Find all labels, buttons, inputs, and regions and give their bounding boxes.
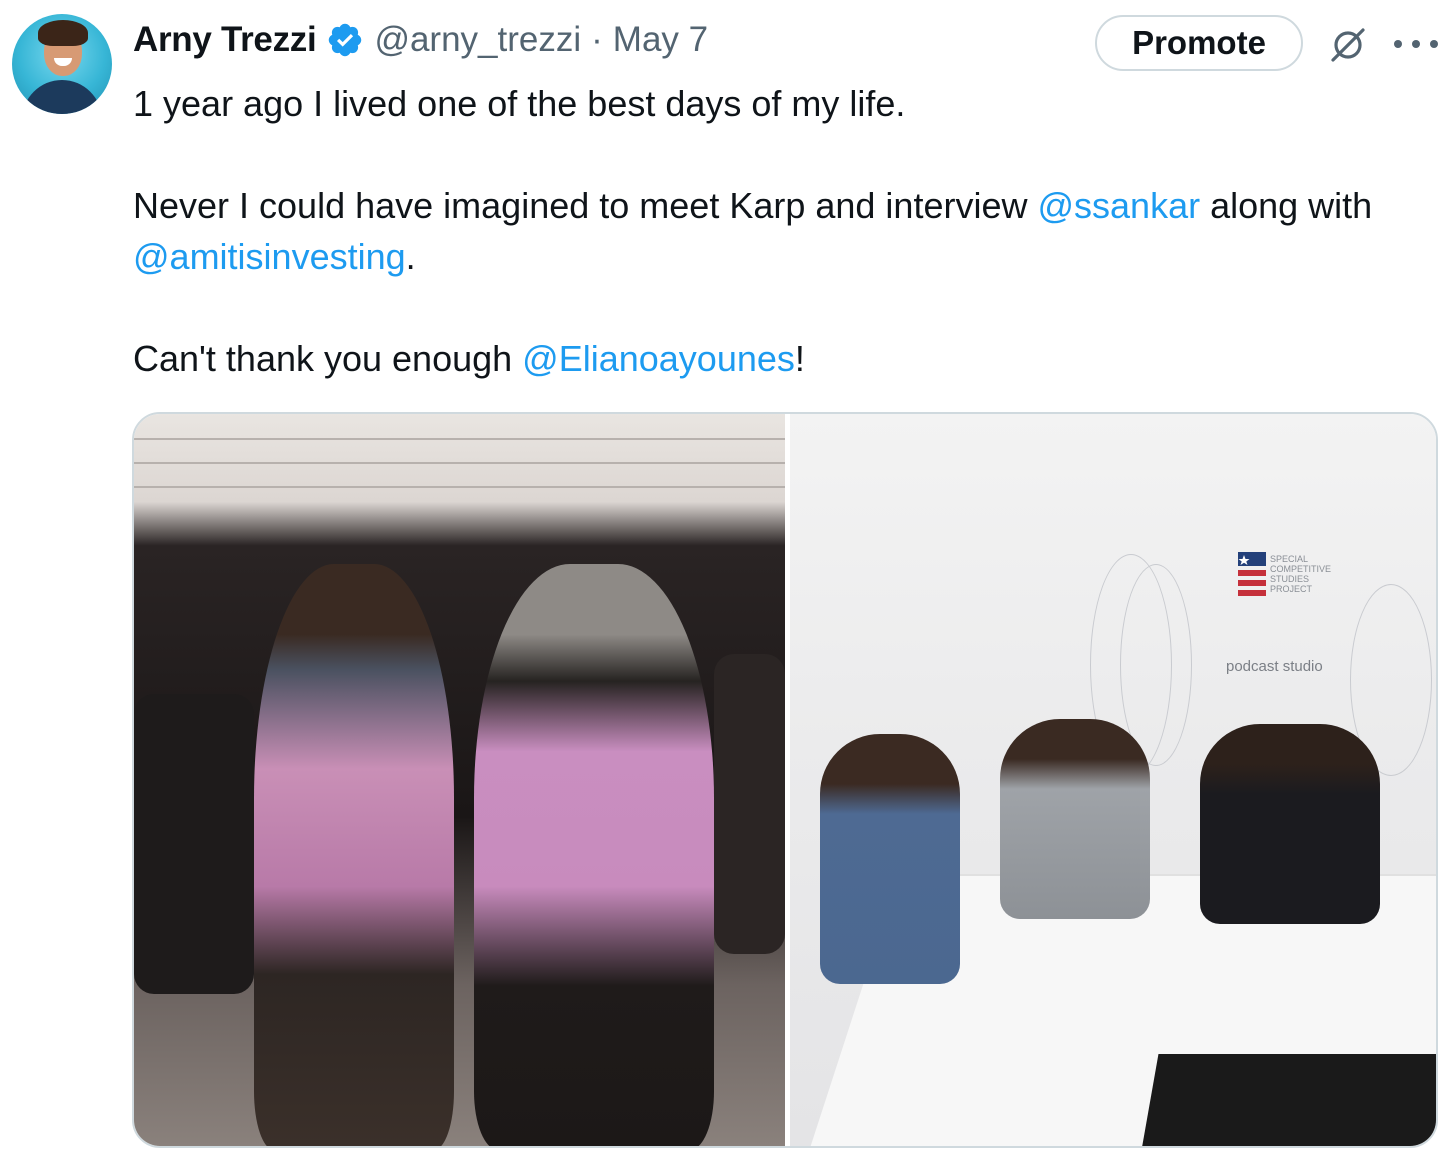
- tweet-paragraph-2: Never I could have imagined to meet Karp…: [133, 180, 1423, 282]
- tweet-text: 1 year ago I lived one of the best days …: [133, 78, 1423, 384]
- photo-event-hall[interactable]: [134, 414, 785, 1146]
- photo-background-crowd: [714, 654, 785, 954]
- more-dot: [1430, 40, 1438, 48]
- mention-link-elianoayounes[interactable]: @Elianoayounes: [522, 338, 795, 379]
- author-avatar[interactable]: [12, 14, 112, 114]
- photo-person: [1200, 724, 1380, 924]
- studio-sign: podcast studio: [1226, 658, 1323, 675]
- author-display-name[interactable]: Arny Trezzi: [133, 20, 317, 60]
- more-icon[interactable]: [1394, 22, 1438, 66]
- tweet-header: Arny Trezzi @arny_trezzi · May 7: [133, 14, 708, 66]
- paragraph-2-text: .: [405, 236, 416, 277]
- verified-badge-icon[interactable]: [326, 21, 364, 59]
- photo-person: [820, 734, 960, 984]
- paragraph-2-text: Never I could have imagined to meet Karp…: [133, 185, 1038, 226]
- more-dot: [1412, 40, 1420, 48]
- photo-background-crowd: [134, 694, 254, 994]
- project-logo-text: SPECIAL COMPETITIVE STUDIES PROJECT: [1270, 554, 1332, 594]
- photo-person: [254, 564, 454, 1146]
- mention-link-ssankar[interactable]: @ssankar: [1037, 185, 1200, 226]
- paragraph-3-text: Can't thank you enough: [133, 338, 523, 379]
- paragraph-3-text: !: [794, 338, 805, 379]
- avatar-hair: [38, 20, 88, 46]
- photo-person: [1000, 719, 1150, 919]
- avatar-shirt: [22, 80, 102, 114]
- ceiling-beam: [134, 438, 785, 440]
- photo-laptop: [1141, 1054, 1436, 1146]
- project-logo-icon: [1238, 552, 1266, 596]
- photo-person: [474, 564, 714, 1146]
- ceiling-beam: [134, 462, 785, 464]
- author-handle[interactable]: @arny_trezzi: [374, 20, 581, 60]
- paragraph-2-text: along with: [1200, 185, 1373, 226]
- header-separator: ·: [591, 20, 603, 59]
- tweet[interactable]: Arny Trezzi @arny_trezzi · May 7 Promote…: [0, 0, 1456, 1161]
- media-grid: SPECIAL COMPETITIVE STUDIES PROJECT podc…: [132, 412, 1438, 1148]
- tweet-date[interactable]: May 7: [613, 20, 708, 60]
- grok-icon[interactable]: [1325, 22, 1371, 68]
- ceiling-beam: [134, 486, 785, 488]
- mention-link-amitisinvesting[interactable]: @amitisinvesting: [133, 236, 406, 277]
- tweet-line-1: 1 year ago I lived one of the best days …: [133, 83, 906, 124]
- more-dot: [1394, 40, 1402, 48]
- promote-button[interactable]: Promote: [1095, 15, 1303, 71]
- tweet-paragraph-3: Can't thank you enough @Elianoayounes!: [133, 333, 1423, 384]
- photo-podcast-studio[interactable]: SPECIAL COMPETITIVE STUDIES PROJECT podc…: [790, 414, 1436, 1146]
